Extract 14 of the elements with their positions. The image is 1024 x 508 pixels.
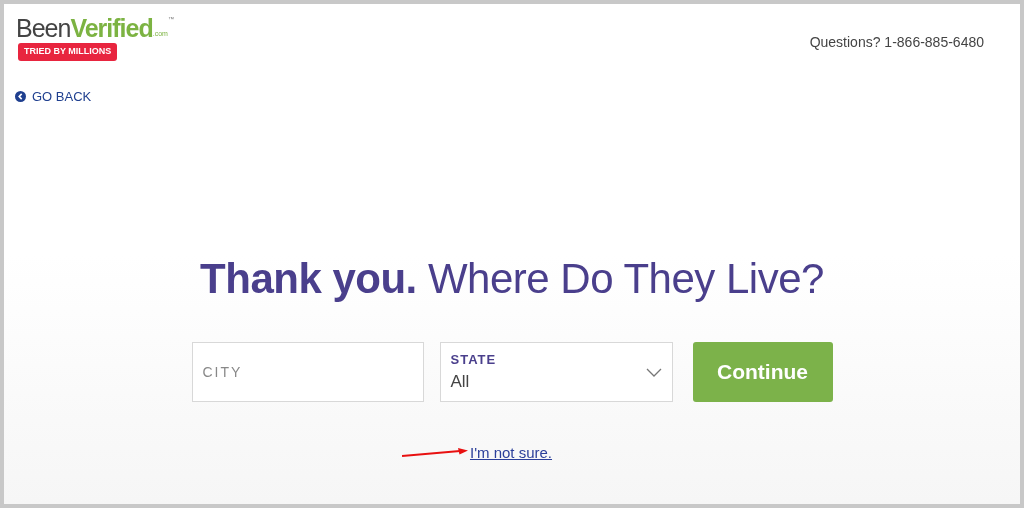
phone-number: Questions? 1-866-885-6480: [809, 33, 984, 52]
logo-wordmark: Been: [16, 16, 71, 41]
state-select[interactable]: STATE All: [439, 342, 673, 402]
headline: Thank you. Where Do They Live?: [199, 258, 825, 300]
tagline-badge: TRIED BY MILLIONS: [18, 43, 118, 61]
state-label: STATE: [450, 350, 497, 369]
logo-wordmark-accent: Verified: [70, 16, 153, 41]
annotation-arrow: [401, 448, 468, 459]
state-value: All: [450, 371, 471, 393]
back-icon: [15, 90, 26, 102]
go-back-link[interactable]: GO BACK: [15, 86, 92, 106]
not-sure-link[interactable]: I'm not sure.: [469, 442, 553, 465]
city-field[interactable]: CITY: [191, 342, 424, 402]
chevron-down-icon: [645, 367, 662, 377]
